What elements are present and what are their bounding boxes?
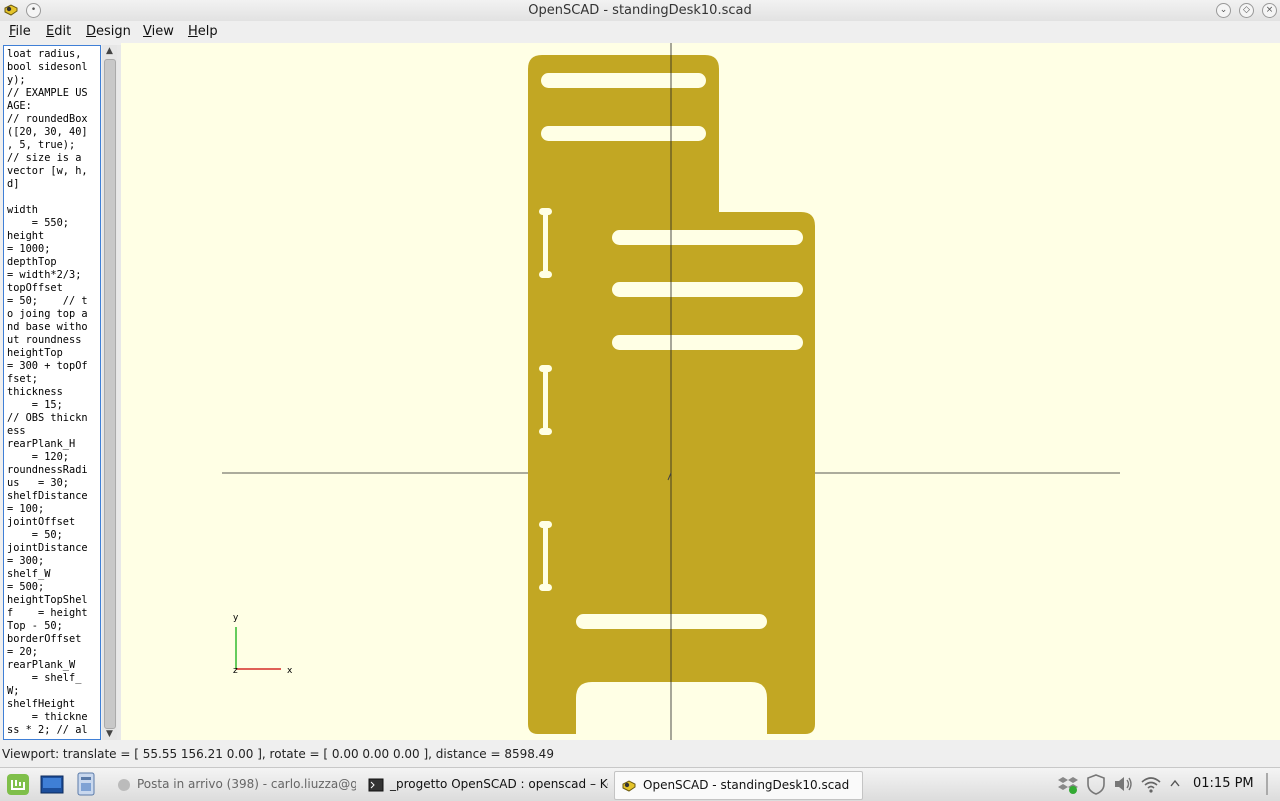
slot-top-2 xyxy=(541,126,706,141)
chevron-up-icon[interactable] xyxy=(1168,773,1182,795)
task-mail-label: Posta in arrivo (398) - carlo.liuzza@gm xyxy=(137,777,356,791)
terminal-icon xyxy=(368,778,384,791)
mint-menu-icon[interactable] xyxy=(4,771,32,798)
minimize-button[interactable]: ⌄ xyxy=(1216,3,1231,18)
show-desktop-icon[interactable] xyxy=(38,771,66,798)
status-bar: Viewport: translate = [ 55.55 156.21 0.0… xyxy=(0,740,1280,767)
slot-mid-1 xyxy=(612,230,803,245)
wifi-icon[interactable] xyxy=(1140,773,1162,795)
task-openscad[interactable]: OpenSCAD - standingDesk10.scad xyxy=(614,771,863,800)
taskbar-separator xyxy=(1266,773,1268,795)
title-bar: • OpenSCAD - standingDesk10.scad ⌄ ◇ × xyxy=(0,0,1280,21)
clock[interactable]: 01:15 PM xyxy=(1193,776,1254,791)
slot-mid-2 xyxy=(612,282,803,297)
menu-design[interactable]: Design xyxy=(86,24,131,39)
maximize-button[interactable]: ◇ xyxy=(1239,3,1254,18)
scroll-up-icon[interactable]: ▲ xyxy=(102,45,117,57)
axis-indicator: y x z xyxy=(233,613,293,676)
volume-icon[interactable] xyxy=(1112,773,1134,795)
code-text[interactable]: loat radius, bool sidesonl y); // EXAMPL… xyxy=(4,46,100,737)
menu-view[interactable]: View xyxy=(143,24,174,39)
slot-top-1 xyxy=(541,73,706,88)
z-axis-label: z xyxy=(233,666,238,676)
slot-bottom xyxy=(576,614,767,629)
task-openscad-label: OpenSCAD - standingDesk10.scad xyxy=(643,778,850,792)
x-axis-label: x xyxy=(287,666,293,676)
menu-edit[interactable]: Edit xyxy=(46,24,71,39)
shield-icon[interactable] xyxy=(1086,773,1106,795)
scrollbar-thumb[interactable] xyxy=(104,59,116,729)
file-manager-icon[interactable] xyxy=(72,771,100,798)
task-mail[interactable]: Posta in arrivo (398) - carlo.liuzza@gm xyxy=(111,771,356,798)
window-title: OpenSCAD - standingDesk10.scad xyxy=(528,3,752,18)
menu-help[interactable]: Help xyxy=(188,24,218,39)
editor-scrollbar[interactable]: ▲ ▼ xyxy=(102,45,117,740)
menu-bar: File Edit Design View Help xyxy=(0,21,1280,43)
code-editor[interactable]: loat radius, bool sidesonl y); // EXAMPL… xyxy=(3,45,101,740)
slot-mid-3 xyxy=(612,335,803,350)
viewport-status-text: Viewport: translate = [ 55.55 156.21 0.0… xyxy=(2,747,554,761)
mail-icon xyxy=(118,778,130,791)
task-terminal-label: _progetto OpenSCAD : openscad – Kon xyxy=(390,777,608,791)
openscad-icon xyxy=(622,779,636,792)
task-terminal[interactable]: _progetto OpenSCAD : openscad – Kon xyxy=(362,771,608,798)
close-button[interactable]: × xyxy=(1262,3,1277,18)
scroll-down-icon[interactable]: ▼ xyxy=(102,728,117,740)
menu-file[interactable]: File xyxy=(9,24,31,39)
viewport-canvas[interactable]: y x z xyxy=(121,43,1280,740)
dropbox-icon[interactable] xyxy=(1058,773,1078,795)
y-axis-label: y xyxy=(233,613,239,623)
3d-viewport[interactable]: y x z xyxy=(121,43,1280,740)
taskbar: Posta in arrivo (398) - carlo.liuzza@gm … xyxy=(0,767,1280,801)
